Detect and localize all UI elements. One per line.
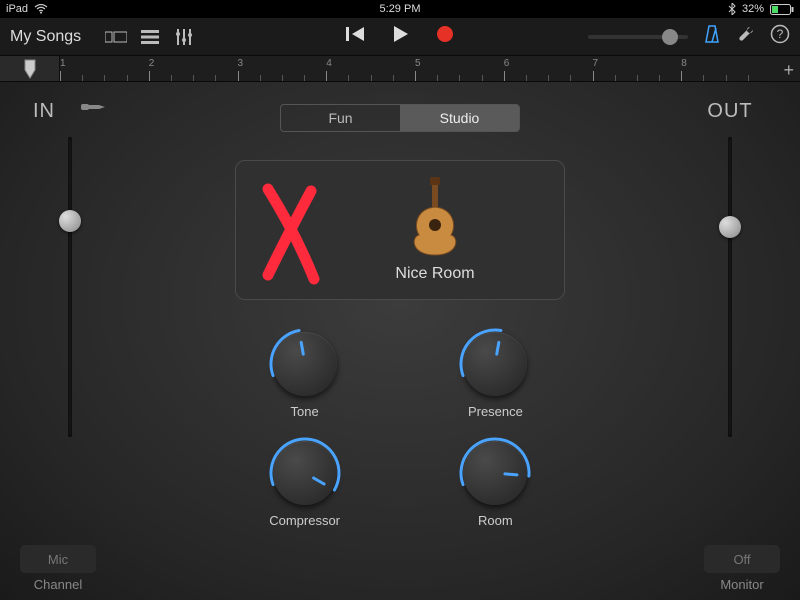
master-volume-slider[interactable] bbox=[588, 35, 688, 39]
metronome-icon[interactable] bbox=[702, 24, 722, 49]
knob-label: Compressor bbox=[269, 513, 340, 528]
knob-label: Room bbox=[478, 513, 513, 528]
knob-dial[interactable] bbox=[273, 332, 337, 396]
battery-icon bbox=[770, 4, 794, 15]
annotation-x-mark bbox=[256, 179, 326, 289]
ruler-number: 8 bbox=[681, 58, 687, 69]
knob-dial[interactable] bbox=[463, 441, 527, 505]
knob-dial[interactable] bbox=[273, 441, 337, 505]
ruler-number: 6 bbox=[504, 58, 510, 69]
wifi-icon bbox=[34, 4, 48, 14]
ruler-number: 5 bbox=[415, 58, 421, 69]
battery-percent: 32% bbox=[742, 3, 764, 15]
in-label: IN bbox=[33, 100, 55, 123]
playhead-marker[interactable] bbox=[0, 56, 60, 81]
app-toolbar: My Songs ? bbox=[0, 18, 800, 56]
transport-controls bbox=[346, 25, 454, 48]
knob-compressor: Compressor bbox=[269, 441, 340, 528]
ruler-number: 4 bbox=[326, 58, 332, 69]
bluetooth-icon bbox=[728, 3, 736, 15]
preset-panel[interactable]: Nice Room bbox=[235, 160, 565, 300]
input-column: IN bbox=[20, 100, 120, 437]
grid-view-icon[interactable] bbox=[137, 24, 163, 50]
tracks-view-icon[interactable] bbox=[103, 24, 129, 50]
center-column: Fun Studio Nice Room Tone Presence Compres… bbox=[120, 100, 680, 528]
ruler-number: 2 bbox=[149, 58, 155, 69]
settings-wrench-icon[interactable] bbox=[736, 24, 756, 49]
status-right: 32% bbox=[728, 3, 794, 15]
play-button[interactable] bbox=[392, 25, 410, 48]
out-label: OUT bbox=[707, 100, 752, 122]
knob-grid: Tone Presence Compressor Room bbox=[269, 332, 531, 528]
add-section-button[interactable]: + bbox=[783, 60, 794, 81]
channel-control: Mic Channel bbox=[20, 545, 96, 592]
segment-fun[interactable]: Fun bbox=[281, 105, 400, 131]
mic-button[interactable]: Mic bbox=[20, 545, 96, 573]
input-gain-slider[interactable] bbox=[55, 137, 85, 437]
guitar-icon bbox=[407, 177, 463, 257]
back-my-songs[interactable]: My Songs bbox=[10, 28, 81, 46]
channel-label: Channel bbox=[34, 577, 82, 592]
knob-dial[interactable] bbox=[463, 332, 527, 396]
timeline-ruler[interactable]: 1 2 3 4 5 6 7 8 + bbox=[0, 56, 800, 82]
ruler-number: 3 bbox=[238, 58, 244, 69]
knob-label: Tone bbox=[291, 404, 319, 419]
knob-label: Presence bbox=[468, 404, 523, 419]
knob-presence: Presence bbox=[460, 332, 531, 419]
status-time: 5:29 PM bbox=[380, 3, 421, 15]
svg-text:?: ? bbox=[777, 27, 784, 41]
device-label: iPad bbox=[6, 3, 28, 15]
ruler-number: 1 bbox=[60, 58, 66, 69]
knob-tone: Tone bbox=[269, 332, 340, 419]
input-plug-icon[interactable] bbox=[79, 98, 107, 121]
instrument-main: IN Fun Studio bbox=[0, 82, 800, 528]
help-icon[interactable]: ? bbox=[770, 24, 790, 49]
mode-segmented-control: Fun Studio bbox=[280, 104, 520, 132]
output-column: OUT bbox=[680, 100, 780, 437]
monitor-off-button[interactable]: Off bbox=[704, 545, 780, 573]
segment-studio[interactable]: Studio bbox=[400, 105, 519, 131]
monitor-label: Monitor bbox=[720, 577, 763, 592]
status-left: iPad bbox=[6, 3, 48, 15]
knob-room: Room bbox=[460, 441, 531, 528]
ruler-number: 7 bbox=[593, 58, 599, 69]
mixer-icon[interactable] bbox=[171, 24, 197, 50]
record-button[interactable] bbox=[436, 25, 454, 48]
output-level-slider[interactable] bbox=[715, 137, 745, 437]
rewind-button[interactable] bbox=[346, 26, 366, 47]
monitor-control: Off Monitor bbox=[704, 545, 780, 592]
ios-status-bar: iPad 5:29 PM 32% bbox=[0, 0, 800, 18]
preset-name: Nice Room bbox=[395, 265, 474, 283]
ruler-marks[interactable]: 1 2 3 4 5 6 7 8 bbox=[60, 56, 800, 81]
